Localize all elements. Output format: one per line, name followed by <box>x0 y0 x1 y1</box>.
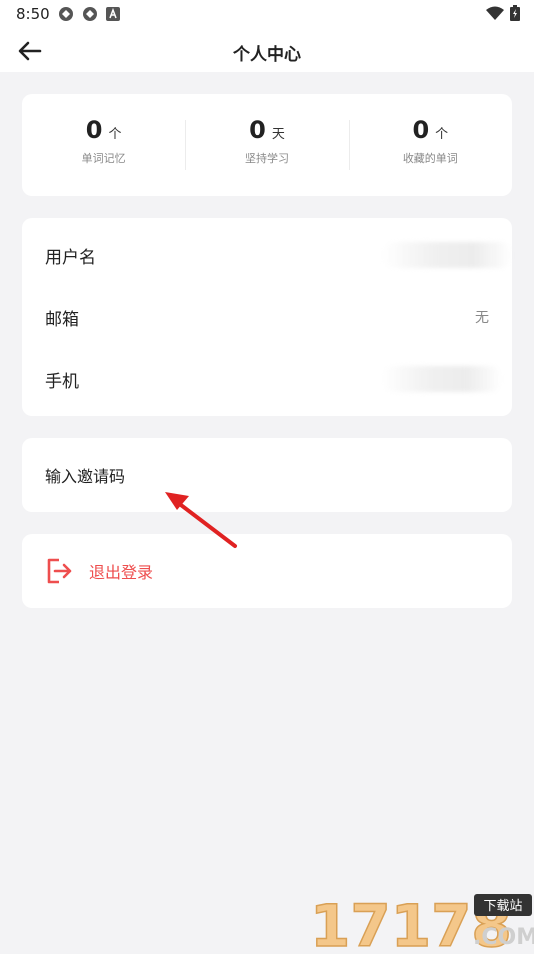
watermark-graphic: 17178 下载站 .COM <box>309 891 534 954</box>
stat-words-memorized: 0个 单词记忆 <box>22 94 185 196</box>
stat-unit: 个 <box>108 127 122 142</box>
watermark-domain: .COM <box>473 925 534 950</box>
phone-label: 手机 <box>45 371 79 392</box>
stat-study-days: 0天 坚持学习 <box>185 94 348 196</box>
status-time: 8:50 <box>16 5 50 23</box>
stats-card: 0个 单词记忆 0天 坚持学习 0个 收藏的单词 <box>22 94 512 196</box>
invite-code-label: 输入邀请码 <box>45 467 126 486</box>
stat-label: 单词记忆 <box>81 152 126 165</box>
username-value-redacted <box>382 242 512 268</box>
username-row[interactable]: 用户名 <box>22 224 512 286</box>
stat-value: 0 <box>249 116 266 144</box>
logout-label: 退出登录 <box>89 563 154 582</box>
stat-unit: 天 <box>271 127 285 142</box>
email-value: 无 <box>475 310 489 326</box>
email-label: 邮箱 <box>45 309 79 330</box>
stat-value: 0 <box>85 116 103 144</box>
app-notification-icon <box>83 7 97 21</box>
account-info-card: 用户名 邮箱 无 手机 <box>22 218 512 416</box>
logout-button[interactable]: 退出登录 <box>22 534 512 608</box>
email-row[interactable]: 邮箱 无 <box>22 286 512 348</box>
wifi-icon <box>486 6 504 20</box>
invite-code-button[interactable]: 输入邀请码 <box>22 438 512 512</box>
username-label: 用户名 <box>45 247 96 268</box>
system-icons <box>486 5 520 21</box>
page-title: 个人中心 <box>233 45 301 65</box>
stat-favorite-words: 0个 收藏的单词 <box>348 94 512 196</box>
stat-label: 收藏的单词 <box>402 152 458 165</box>
watermark-badge: 下载站 <box>483 899 522 914</box>
stat-unit: 个 <box>435 127 449 142</box>
annotation-arrow-icon <box>165 492 237 548</box>
status-bar: 8:50 <box>0 0 534 30</box>
watermark-logo: 17178 下载站 .COM <box>308 888 534 954</box>
stat-label: 坚持学习 <box>244 152 289 165</box>
battery-charging-icon <box>510 5 520 21</box>
app-notification-icon <box>59 7 73 21</box>
font-app-icon <box>106 7 120 21</box>
phone-value-redacted <box>382 366 502 392</box>
notification-icons <box>58 6 120 22</box>
phone-row[interactable]: 手机 <box>22 348 512 410</box>
stat-value: 0 <box>412 116 430 144</box>
app-bar: 个人中心 <box>0 30 534 72</box>
logout-icon <box>47 558 72 584</box>
